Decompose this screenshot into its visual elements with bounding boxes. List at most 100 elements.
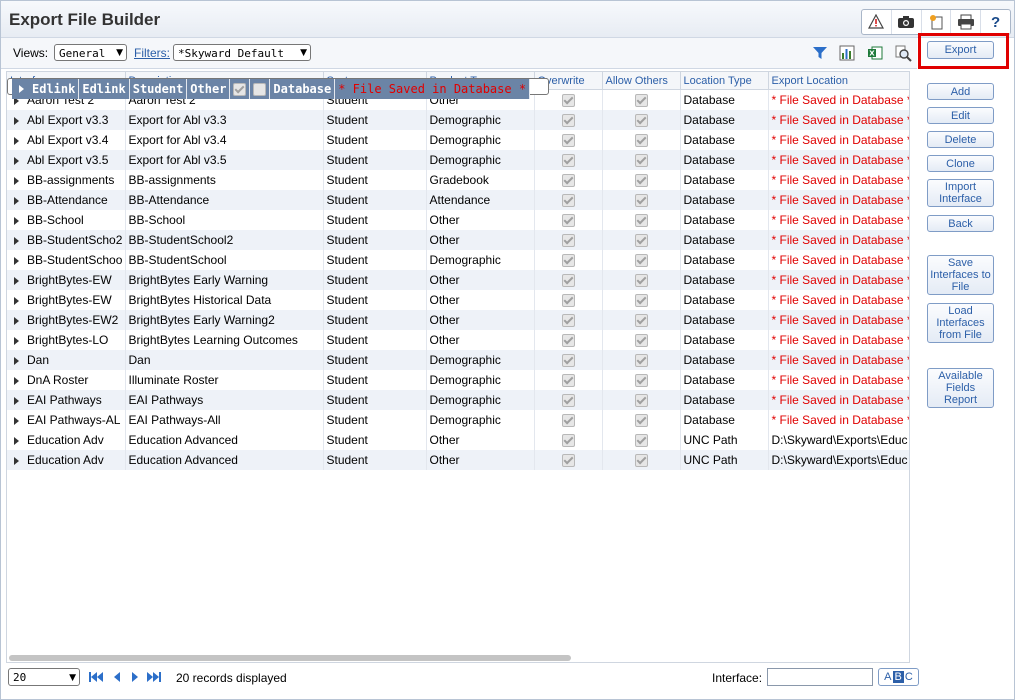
checkbox-icon <box>634 174 648 188</box>
load-interfaces-button[interactable]: Load Interfaces from File <box>927 303 994 343</box>
filters-link[interactable]: Filters: <box>134 46 170 60</box>
cell-description: BrightBytes Learning Outcomes <box>125 330 324 350</box>
table-row[interactable]: Education Adv Education Advanced Student Ot… <box>7 430 909 450</box>
cell-overwrite <box>229 79 251 99</box>
edit-button[interactable]: Edit <box>927 107 994 124</box>
export-button[interactable]: Export <box>927 41 994 59</box>
expand-arrow-icon[interactable] <box>14 416 19 425</box>
horizontal-scrollbar[interactable] <box>9 655 571 661</box>
table-row[interactable]: BB-School BB-School Student Other Database * … <box>7 210 909 230</box>
expand-arrow-icon[interactable] <box>14 256 19 265</box>
new-document-icon[interactable] <box>922 10 952 34</box>
table-row[interactable]: BB-StudentScho2 BB-StudentSchool2 Student O… <box>7 230 909 250</box>
table-row[interactable]: Edlink Edlink Student Other Database * File S… <box>7 78 550 99</box>
expand-arrow-icon[interactable] <box>14 396 19 405</box>
back-button[interactable]: Back <box>927 215 994 232</box>
column-header-export-location[interactable]: Export Location <box>768 72 909 90</box>
expand-arrow-icon[interactable] <box>14 296 19 305</box>
cell-interface: BrightBytes-EW <box>7 290 126 310</box>
expand-arrow-icon[interactable] <box>14 176 19 185</box>
table-row[interactable]: EAI Pathways EAI Pathways Student Demograph… <box>7 390 909 410</box>
expand-arrow-icon[interactable] <box>14 456 19 465</box>
checkbox-icon <box>561 314 575 328</box>
abc-search-toggle[interactable]: ABC <box>878 668 919 686</box>
views-select[interactable]: General ▼ <box>54 44 127 61</box>
table-row[interactable]: BrightBytes-EW2 BrightBytes Early Warning… <box>7 310 909 330</box>
save-interfaces-button[interactable]: Save Interfaces to File <box>927 255 994 295</box>
clone-button[interactable]: Clone <box>927 155 994 172</box>
column-header-location-type[interactable]: Location Type <box>680 72 769 90</box>
help-icon[interactable]: ? <box>981 10 1010 34</box>
expand-arrow-icon[interactable] <box>14 376 19 385</box>
expand-arrow-icon[interactable] <box>14 436 19 445</box>
cell-product-type: Other <box>426 310 535 330</box>
expand-arrow-icon[interactable] <box>14 196 19 205</box>
cell-export-location: * File Saved in Database * <box>768 110 909 130</box>
expand-arrow-icon[interactable] <box>14 316 19 325</box>
expand-arrow-icon[interactable] <box>14 216 19 225</box>
table-row[interactable]: BrightBytes-EW BrightBytes Historical Dat… <box>7 290 909 310</box>
chevron-down-icon: ▼ <box>300 48 307 58</box>
cell-allow-others <box>602 410 681 430</box>
table-row[interactable]: BrightBytes-LO BrightBytes Learning Outco… <box>7 330 909 350</box>
table-row[interactable]: BB-assignments BB-assignments Student Grade… <box>7 170 909 190</box>
available-fields-report-button[interactable]: Available Fields Report <box>927 368 994 408</box>
table-row[interactable]: Education Adv Education Advanced Student Ot… <box>7 450 909 470</box>
delete-button[interactable]: Delete <box>927 131 994 148</box>
table-row[interactable]: EAI Pathways-AL EAI Pathways-All Student De… <box>7 410 909 430</box>
checkbox-icon <box>561 334 575 348</box>
alert-icon[interactable] <box>862 10 892 34</box>
expand-arrow-icon[interactable] <box>14 236 19 245</box>
cell-allow-others <box>602 290 681 310</box>
cell-export-location: * File Saved in Database * <box>768 210 909 230</box>
interface-search-input[interactable] <box>767 668 873 686</box>
chart-icon[interactable] <box>837 44 857 62</box>
cell-description: BB-StudentSchool <box>125 250 324 270</box>
cell-location-type: Database <box>680 89 769 110</box>
filter-icon[interactable] <box>810 44 830 62</box>
previous-page-icon[interactable] <box>109 669 125 685</box>
interface-name: BrightBytes-LO <box>27 333 109 347</box>
cell-description: EAI Pathways-All <box>125 410 324 430</box>
table-row[interactable]: DnA Roster Illuminate Roster Student Demogr… <box>7 370 909 390</box>
cell-description: BB-Attendance <box>125 190 324 210</box>
page-size-select[interactable]: 20 ▼ <box>8 668 80 686</box>
expand-arrow-icon[interactable] <box>14 156 19 165</box>
cell-interface: Edlink <box>12 79 80 99</box>
table-row[interactable]: Dan Dan Student Demographic Database * File S… <box>7 350 909 370</box>
cell-location-type: Database <box>680 350 769 370</box>
column-header-allow-others[interactable]: Allow Others <box>602 72 681 90</box>
table-row[interactable]: BB-Attendance BB-Attendance Student Attenda… <box>7 190 909 210</box>
expand-arrow-icon[interactable] <box>14 116 19 125</box>
expand-arrow-icon[interactable] <box>14 336 19 345</box>
cell-export-location: * File Saved in Database * <box>768 410 909 430</box>
cell-export-location: * File Saved in Database * <box>768 290 909 310</box>
expand-arrow-icon[interactable] <box>19 85 24 93</box>
cell-location-type: Database <box>680 230 769 250</box>
cell-product-type: Other <box>426 210 535 230</box>
first-page-icon[interactable] <box>88 669 104 685</box>
checkbox-icon <box>561 214 575 228</box>
table-row[interactable]: Abl Export v3.4 Export for Abl v3.4 Studen… <box>7 130 909 150</box>
table-row[interactable]: Abl Export v3.3 Export for Abl v3.3 Studen… <box>7 110 909 130</box>
cell-system: Student <box>323 130 427 150</box>
print-icon[interactable] <box>951 10 982 34</box>
excel-icon[interactable]: X <box>865 44 885 62</box>
table-row[interactable]: BrightBytes-EW BrightBytes Early Warning S… <box>7 270 909 290</box>
filters-select[interactable]: *Skyward Default ▼ <box>173 44 311 61</box>
expand-arrow-icon[interactable] <box>14 276 19 285</box>
interfaces-table: Interface ▲ Description System Product T… <box>7 72 909 470</box>
add-button[interactable]: Add <box>927 83 994 100</box>
cell-description: BrightBytes Early Warning2 <box>125 310 324 330</box>
cell-allow-others <box>602 310 681 330</box>
table-row[interactable]: BB-StudentSchoo BB-StudentSchool Student De… <box>7 250 909 270</box>
expand-arrow-icon[interactable] <box>14 136 19 145</box>
camera-icon[interactable] <box>892 10 922 34</box>
search-zoom-icon[interactable] <box>893 44 913 62</box>
table-row[interactable]: Abl Export v3.5 Export for Abl v3.5 Studen… <box>7 150 909 170</box>
import-interface-button[interactable]: Import Interface <box>927 179 994 207</box>
checkbox-icon <box>634 314 648 328</box>
next-page-icon[interactable] <box>127 669 143 685</box>
last-page-icon[interactable] <box>146 669 162 685</box>
expand-arrow-icon[interactable] <box>14 356 19 365</box>
